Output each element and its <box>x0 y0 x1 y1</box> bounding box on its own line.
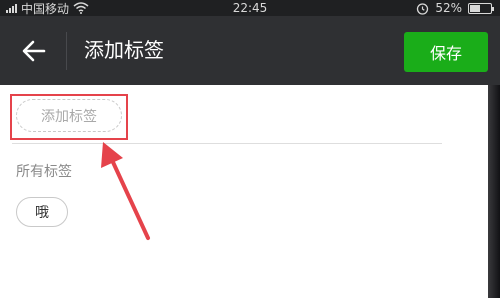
battery-icon <box>468 2 494 14</box>
alarm-icon <box>417 2 429 15</box>
tag-chip[interactable]: 哦 <box>16 197 68 227</box>
screen: 中国移动 22:45 52% 添加标签 保存 添加标签 所有标签 哦 <box>0 0 500 298</box>
save-button[interactable]: 保存 <box>404 32 488 72</box>
status-bar: 中国移动 22:45 52% <box>0 0 500 16</box>
battery-fill <box>470 4 480 12</box>
page-title: 添加标签 <box>84 38 164 62</box>
background-edge <box>488 85 500 298</box>
back-button[interactable] <box>14 34 54 68</box>
status-right: 52% <box>416 0 494 16</box>
nav-bar: 添加标签 保存 <box>0 16 500 85</box>
all-tags-label: 所有标签 <box>16 164 72 180</box>
back-arrow-icon <box>22 40 46 62</box>
battery-percent: 52% <box>435 1 462 15</box>
content-area: 添加标签 所有标签 哦 <box>0 85 500 298</box>
divider <box>12 143 442 144</box>
nav-divider <box>66 32 67 70</box>
add-tag-input[interactable]: 添加标签 <box>16 99 122 132</box>
